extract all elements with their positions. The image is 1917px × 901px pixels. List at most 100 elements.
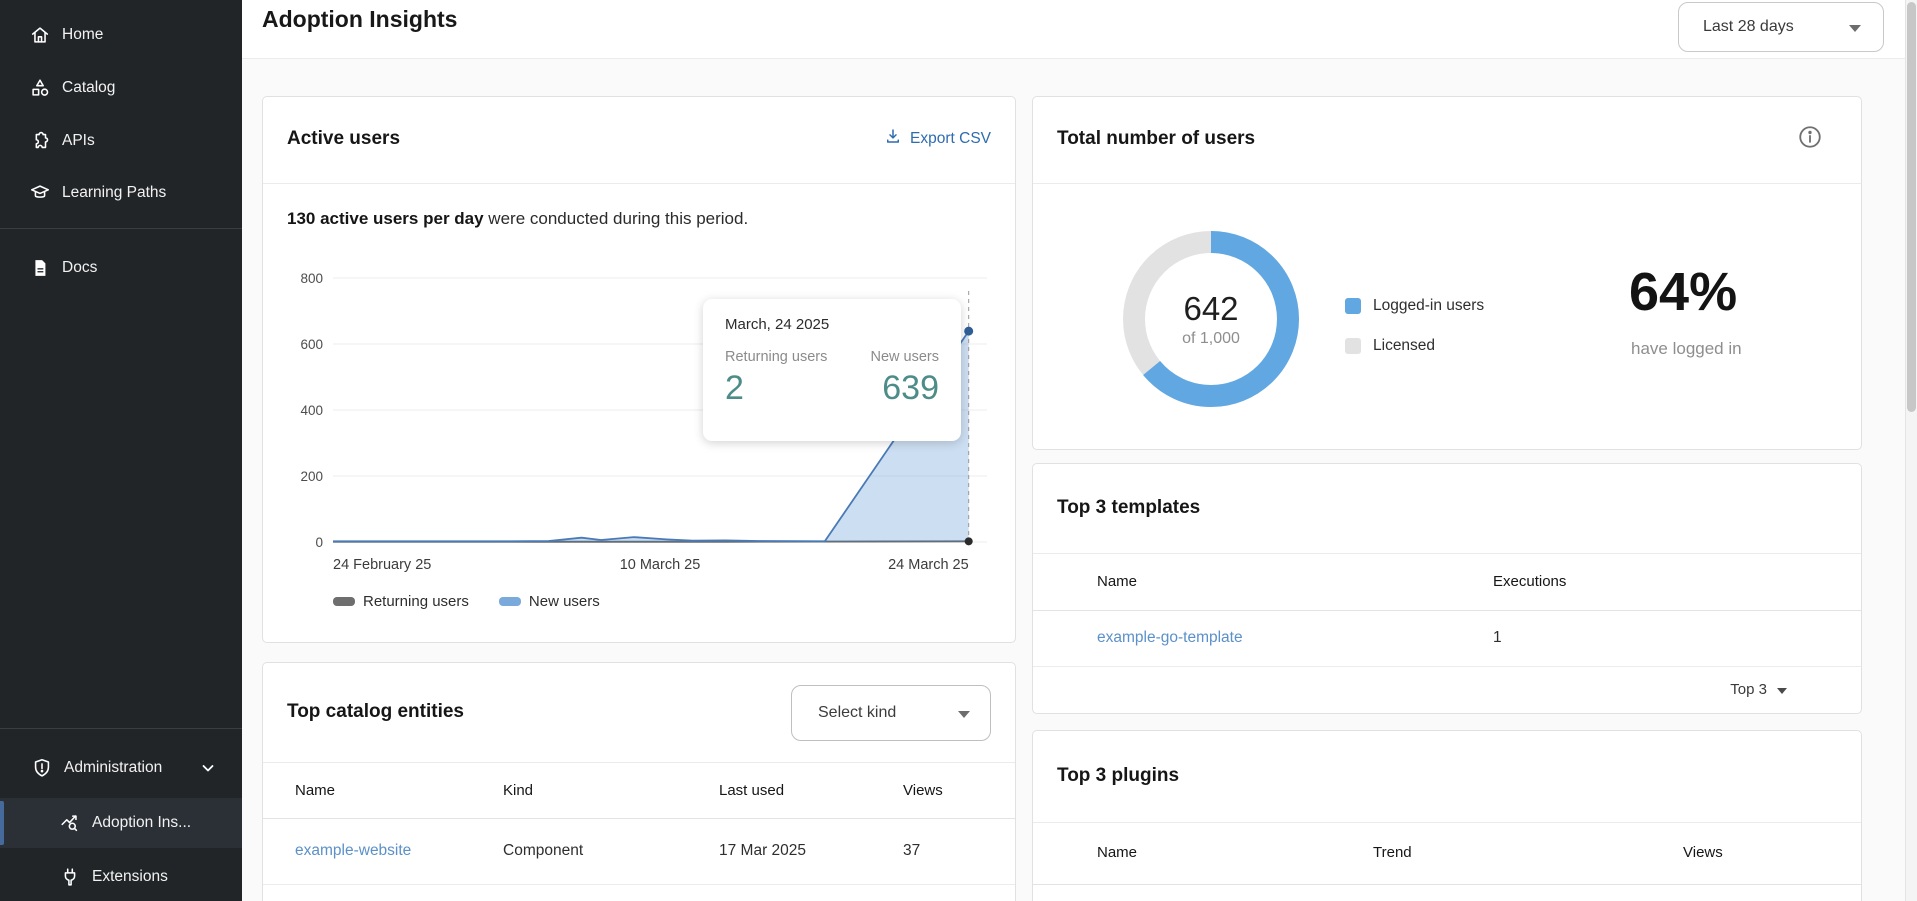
sidebar-item-extensions[interactable]: Extensions (0, 852, 242, 901)
tooltip-returning-users: Returning users 2 (725, 349, 827, 408)
page-scrollbar[interactable] (1905, 0, 1917, 901)
top-templates-card: Top 3 templates Name Executions example-… (1032, 463, 1862, 714)
legend-label: Returning users (363, 593, 469, 610)
card-header: Top 3 plugins (1033, 731, 1861, 823)
table-header-row: Name Executions (1033, 554, 1861, 611)
svg-text:400: 400 (300, 403, 323, 418)
legend-swatch-licensed (1345, 338, 1361, 354)
svg-text:24 February 25: 24 February 25 (333, 557, 431, 573)
tooltip-label: New users (871, 349, 940, 365)
sidebar-item-docs[interactable]: Docs (0, 243, 242, 293)
learning-paths-icon (28, 181, 52, 205)
column-header-executions: Executions (1493, 573, 1566, 590)
legend-new-users: New users (499, 593, 600, 610)
top-catalog-entities-card: Top catalog entities Select kind Name Ki… (262, 662, 1016, 901)
svg-text:0: 0 (315, 535, 323, 550)
sidebar-item-label: Docs (62, 259, 97, 277)
entity-kind: Component (503, 842, 583, 860)
chart-legend: Returning users New users (333, 593, 600, 610)
entity-views: 37 (903, 842, 920, 860)
template-executions: 1 (1493, 629, 1502, 647)
docs-icon (28, 256, 52, 280)
entity-name-link[interactable]: example-website (295, 842, 411, 860)
period-select-value: Last 28 days (1703, 18, 1794, 36)
sidebar-item-catalog[interactable]: Catalog (0, 63, 242, 113)
column-header-kind: Kind (503, 782, 533, 799)
column-header-name: Name (295, 782, 335, 799)
sidebar-item-adoption-insights[interactable]: Adoption Ins... (0, 798, 242, 848)
summary-rest: were conducted during this period. (484, 209, 749, 228)
card-title: Top 3 plugins (1057, 765, 1179, 787)
donut-center-label: 642 of 1,000 (1106, 214, 1316, 424)
download-icon (884, 127, 902, 150)
info-icon[interactable] (1797, 124, 1823, 150)
sidebar-item-label: APIs (62, 132, 95, 150)
column-header-views: Views (903, 782, 943, 799)
period-select[interactable]: Last 28 days (1678, 2, 1884, 52)
scrollbar-thumb[interactable] (1907, 2, 1916, 412)
export-csv-label: Export CSV (910, 130, 991, 148)
top-n-select[interactable]: Top 3 (1730, 681, 1787, 698)
legend-swatch-logged-in (1345, 298, 1361, 314)
chevron-down-icon (200, 760, 216, 781)
column-header-trend: Trend (1373, 844, 1412, 861)
sidebar-item-label: Adoption Ins... (92, 814, 191, 832)
chart-tooltip: March, 24 2025 Returning users 2 New use… (703, 299, 961, 441)
legend-label: Logged-in users (1373, 297, 1484, 315)
donut-total: of 1,000 (1182, 330, 1240, 348)
summary-bold: 130 active users per day (287, 209, 484, 228)
donut-chart: 642 of 1,000 (1106, 214, 1316, 424)
caret-down-icon (1777, 688, 1787, 694)
legend-label: New users (529, 593, 600, 610)
card-header: Top catalog entities Select kind (263, 663, 1015, 763)
sidebar-item-apis[interactable]: APIs (0, 116, 242, 166)
table-row: example-website Component 17 Mar 2025 37 (263, 819, 1015, 885)
donut-legend: Logged-in users Licensed (1345, 297, 1484, 377)
svg-text:10 March 25: 10 March 25 (620, 557, 701, 573)
sidebar-item-administration[interactable]: Administration (0, 743, 242, 793)
table-header-row: Name Kind Last used Views (263, 763, 1015, 819)
svg-text:200: 200 (300, 469, 323, 484)
percent-sub-label: have logged in (1631, 339, 1742, 359)
card-title: Top 3 templates (1057, 497, 1200, 519)
card-header: Top 3 templates (1033, 464, 1861, 554)
legend-swatch-returning (333, 597, 355, 606)
legend-label: Licensed (1373, 337, 1435, 355)
column-header-name: Name (1097, 844, 1137, 861)
sidebar-item-label: Extensions (92, 868, 168, 886)
svg-text:800: 800 (300, 271, 323, 286)
column-header-name: Name (1097, 573, 1137, 590)
legend-returning-users: Returning users (333, 593, 469, 610)
apis-icon (28, 129, 52, 153)
tooltip-label: Returning users (725, 349, 827, 365)
page-title: Adoption Insights (262, 6, 457, 33)
column-header-last-used: Last used (719, 782, 784, 799)
top-plugins-card: Top 3 plugins Name Trend Views (1032, 730, 1862, 901)
sidebar-item-label: Catalog (62, 79, 115, 97)
selected-indicator (0, 801, 4, 845)
extensions-plug-icon (58, 865, 82, 889)
caret-down-icon (1849, 25, 1861, 32)
template-name-link[interactable]: example-go-template (1097, 629, 1243, 647)
total-users-card: Total number of users 642 of 1,000 Logge… (1032, 96, 1862, 450)
tooltip-value: 639 (871, 369, 940, 408)
column-header-views: Views (1683, 844, 1723, 861)
catalog-icon (28, 76, 52, 100)
card-header: Total number of users (1033, 97, 1861, 184)
export-csv-button[interactable]: Export CSV (884, 127, 991, 150)
tooltip-date: March, 24 2025 (725, 316, 939, 333)
legend-licensed: Licensed (1345, 337, 1484, 355)
percent-logged-in: 64% (1629, 261, 1737, 323)
adoption-insights-icon (58, 811, 82, 835)
caret-down-icon (958, 711, 970, 718)
page-header: Adoption Insights Last 28 days (242, 0, 1905, 59)
kind-select[interactable]: Select kind (791, 685, 991, 741)
administration-shield-icon (30, 756, 54, 780)
card-header: Active users Export CSV (263, 97, 1015, 184)
sidebar-item-home[interactable]: Home (0, 10, 242, 60)
svg-text:600: 600 (300, 337, 323, 352)
home-icon (28, 23, 52, 47)
donut-value: 642 (1183, 290, 1238, 328)
sidebar-item-learning-paths[interactable]: Learning Paths (0, 168, 242, 218)
card-title: Total number of users (1057, 128, 1255, 150)
